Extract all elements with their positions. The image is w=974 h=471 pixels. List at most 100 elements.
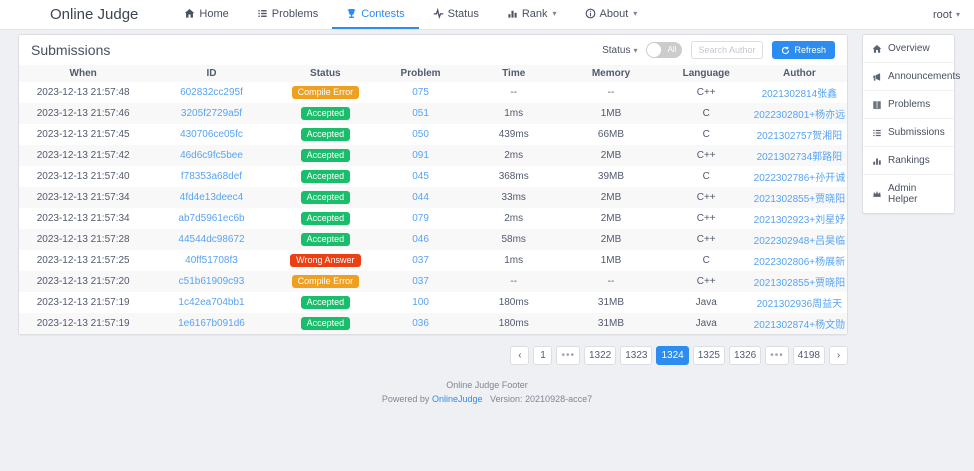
cell-status: Compile Error [276,82,375,103]
mine-all-toggle[interactable]: All [646,42,682,58]
prev-page-button[interactable]: ‹ [510,346,529,365]
cell-memory: 31MB [561,313,660,334]
pagination: ‹1•••13221323132413251326•••4198› [18,346,848,365]
sidebar-item-announcements[interactable]: Announcements [863,63,954,91]
cell-memory: 2MB [561,208,660,229]
author-link[interactable]: 2022302786+孙开诚 [754,173,845,184]
page-ellipsis[interactable]: ••• [556,346,580,365]
chevron-down-icon: ▾ [633,9,637,18]
sidebar-item-problems[interactable]: Problems [863,91,954,119]
user-menu[interactable]: root ▾ [933,0,960,29]
id-link[interactable]: 40ff51708f3 [185,255,238,266]
top-navbar: Online Judge HomeProblemsContestsStatusR… [0,0,974,30]
problem-link[interactable]: 037 [412,276,429,287]
cell-time: 2ms [466,145,561,166]
table-row: 2023-12-13 21:57:42 46d6c9fc5bee Accepted 0… [19,145,847,166]
author-link[interactable]: 2021302855+贾晓阳 [754,278,845,289]
author-link[interactable]: 2021302734郭路阳 [757,152,843,163]
page-button-1[interactable]: 1 [533,346,552,365]
status-badge: Accepted [301,149,351,163]
cell-when: 2023-12-13 21:57:19 [19,292,147,313]
cell-language: Java [661,292,752,313]
cell-status: Accepted [276,187,375,208]
cell-time: 180ms [466,292,561,313]
status-filter-label: Status [602,45,630,56]
brand-logo[interactable]: Online Judge [50,0,138,29]
column-header-id: ID [147,65,275,82]
page-button-1323[interactable]: 1323 [620,346,652,365]
page-button-4198[interactable]: 4198 [793,346,825,365]
id-link[interactable]: 46d6c9fc5bee [180,150,243,161]
author-link[interactable]: 2021302923+刘星妤 [754,215,845,226]
id-link[interactable]: 1e6167b091d6 [178,318,245,329]
page-button-1326[interactable]: 1326 [729,346,761,365]
author-link[interactable]: 2021302855+贾晓阳 [754,194,845,205]
cell-status: Compile Error [276,271,375,292]
cell-time: -- [466,82,561,103]
cell-language: C++ [661,145,752,166]
sidebar-item-label: Rankings [888,155,930,166]
author-link[interactable]: 2021302874+杨文勋 [754,320,845,331]
cell-id: 1c42ea704bb1 [147,292,275,313]
page-ellipsis[interactable]: ••• [765,346,789,365]
id-link[interactable]: f78353a68def [181,171,242,182]
problem-link[interactable]: 037 [412,255,429,266]
author-link[interactable]: 2021302936周益天 [757,299,843,310]
author-link[interactable]: 2022302806+杨展新 [754,257,845,268]
author-link[interactable]: 2022302948+吕昊临 [754,236,845,247]
nav-item-about[interactable]: About▾ [571,0,652,29]
nav-item-status[interactable]: Status [419,0,493,29]
sidebar-item-admin-helper[interactable]: Admin Helper [863,175,954,213]
problem-link[interactable]: 079 [412,213,429,224]
nav-item-home[interactable]: Home [170,0,242,29]
next-page-button[interactable]: › [829,346,848,365]
problem-link[interactable]: 050 [412,129,429,140]
status-badge: Accepted [301,128,351,142]
page-button-1322[interactable]: 1322 [584,346,616,365]
cell-problem: 051 [375,103,466,124]
problem-link[interactable]: 075 [412,87,429,98]
cell-id: 3205f2729a5f [147,103,275,124]
cell-problem: 079 [375,208,466,229]
page-button-1324[interactable]: 1324 [656,346,688,365]
id-link[interactable]: 602832cc295f [180,87,243,98]
id-link[interactable]: 1c42ea704bb1 [178,297,244,308]
info-icon [585,8,596,19]
author-link[interactable]: 2021302814张鑫 [762,89,838,100]
sidebar-item-rankings[interactable]: Rankings [863,147,954,175]
id-link[interactable]: 4fd4e13deec4 [180,192,243,203]
nav-item-contests[interactable]: Contests [332,0,418,29]
cell-when: 2023-12-13 21:57:42 [19,145,147,166]
page-title: Submissions [31,42,110,58]
problem-link[interactable]: 051 [412,108,429,119]
status-badge: Accepted [301,107,351,121]
id-link[interactable]: 44544dc98672 [178,234,244,245]
problem-link[interactable]: 036 [412,318,429,329]
cell-memory: 2MB [561,229,660,250]
onlinejudge-link[interactable]: OnlineJudge [432,394,483,404]
refresh-button[interactable]: Refresh [772,41,835,59]
sidebar-item-overview[interactable]: Overview [863,35,954,63]
problem-link[interactable]: 046 [412,234,429,245]
column-header-status: Status [276,65,375,82]
problem-link[interactable]: 045 [412,171,429,182]
status-filter-dropdown[interactable]: Status ▾ [602,45,637,56]
id-link[interactable]: c51b61909c93 [179,276,245,287]
powered-by-text: Powered by [382,394,430,404]
cell-language: C [661,250,752,271]
problem-link[interactable]: 100 [412,297,429,308]
id-link[interactable]: 3205f2729a5f [181,108,242,119]
search-author-input[interactable] [691,41,763,59]
problem-link[interactable]: 091 [412,150,429,161]
page-button-1325[interactable]: 1325 [693,346,725,365]
sidebar-item-submissions[interactable]: Submissions [863,119,954,147]
sidebar-item-label: Submissions [888,127,945,138]
problem-link[interactable]: 044 [412,192,429,203]
nav-item-rank[interactable]: Rank▾ [493,0,571,29]
author-link[interactable]: 2022302801+杨亦远 [754,110,845,121]
nav-item-problems[interactable]: Problems [243,0,332,29]
id-link[interactable]: 430706ce05fc [180,129,243,140]
id-link[interactable]: ab7d5961ec6b [178,213,244,224]
author-link[interactable]: 2021302757贺湘阳 [757,131,843,142]
cell-memory: 31MB [561,292,660,313]
